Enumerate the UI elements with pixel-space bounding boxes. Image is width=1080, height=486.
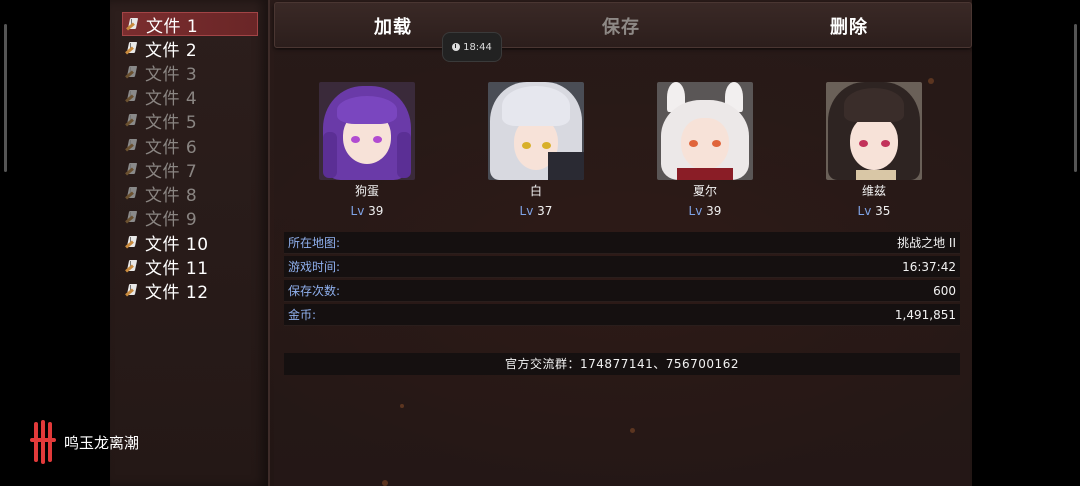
file-slot-3[interactable]: 文件 3 <box>122 61 256 85</box>
stat-row-save-count: 保存次数: 600 <box>284 280 960 302</box>
character-portrait <box>488 82 584 180</box>
stat-value: 16:37:42 <box>902 259 956 274</box>
party-member-3: 夏尔 Lv 39 <box>655 82 755 218</box>
file-slot-label: 文件 2 <box>145 40 198 61</box>
quill-scroll-icon <box>125 186 139 200</box>
bezel-mark-right <box>1074 24 1077 172</box>
file-slot-label: 文件 8 <box>145 185 198 206</box>
stat-row-gold: 金币: 1,491,851 <box>284 304 960 326</box>
stat-value: 挑战之地 II <box>897 236 956 250</box>
quill-scroll-icon <box>125 89 139 103</box>
file-slot-label: 文件 6 <box>145 137 198 158</box>
file-slot-label: 文件 7 <box>145 161 198 182</box>
stat-value: 1,491,851 <box>894 307 956 322</box>
file-slot-2[interactable]: 文件 2 <box>122 37 256 61</box>
clock-icon <box>452 43 461 51</box>
party-member-1: 狗蛋 Lv 39 <box>317 82 417 218</box>
tab-load[interactable]: 加载 <box>374 13 412 39</box>
save-detail-panel: 狗蛋 Lv 39 白 Lv 37 夏尔 Lv 39 维兹 Lv 35 所在地图:… <box>274 50 970 486</box>
character-name: 狗蛋 <box>354 184 379 198</box>
character-level: Lv 35 <box>857 204 891 218</box>
file-slot-label: 文件 5 <box>145 112 198 133</box>
file-slot-label: 文件 4 <box>145 88 198 109</box>
official-group-info: 官方交流群：174877141、756700162 <box>284 353 960 375</box>
quill-scroll-icon <box>125 138 139 152</box>
brand-text: 鸣玉龙离潮 <box>64 433 140 452</box>
file-slot-9[interactable]: 文件 9 <box>122 206 256 230</box>
game-screen: 文件 1 文件 2 文件 3 文件 4 文件 5 文件 6 文件 7 文件 8 <box>110 0 972 486</box>
stat-key: 保存次数: <box>288 284 341 298</box>
file-slot-label: 文件 12 <box>145 282 209 303</box>
file-slot-4[interactable]: 文件 4 <box>122 85 256 109</box>
tab-save[interactable]: 保存 <box>602 13 640 39</box>
clock-time: 18:44 <box>463 41 492 53</box>
file-slot-label: 文件 10 <box>145 234 209 255</box>
character-level: Lv 39 <box>688 204 722 218</box>
character-portrait <box>657 82 753 180</box>
file-slot-10[interactable]: 文件 10 <box>122 231 256 255</box>
save-file-list: 文件 1 文件 2 文件 3 文件 4 文件 5 文件 6 文件 7 文件 8 <box>110 0 270 486</box>
file-slot-label: 文件 3 <box>145 64 198 85</box>
party-member-4: 维兹 Lv 35 <box>824 82 924 218</box>
quill-scroll-icon <box>125 65 139 79</box>
stat-key: 游戏时间: <box>288 260 341 274</box>
brand-logo-icon <box>28 420 58 464</box>
quill-scroll-icon <box>125 283 139 297</box>
file-slot-11[interactable]: 文件 11 <box>122 255 256 279</box>
tab-bar: 加载 保存 删除 <box>274 2 972 48</box>
character-name: 白 <box>529 184 542 198</box>
brand-watermark: 鸣玉龙离潮 <box>28 420 139 464</box>
file-slot-1[interactable]: 文件 1 <box>122 12 258 37</box>
file-slot-label: 文件 11 <box>145 258 209 279</box>
character-name: 夏尔 <box>692 184 717 198</box>
quill-scroll-icon <box>125 235 139 249</box>
file-slot-12[interactable]: 文件 12 <box>122 279 256 303</box>
character-portrait <box>826 82 922 180</box>
stat-value: 600 <box>933 283 956 298</box>
file-slot-6[interactable]: 文件 6 <box>122 134 256 158</box>
file-slot-7[interactable]: 文件 7 <box>122 158 256 182</box>
file-slot-5[interactable]: 文件 5 <box>122 109 256 133</box>
file-slot-label: 文件 9 <box>145 209 198 230</box>
file-slot-label: 文件 1 <box>146 16 199 37</box>
file-slot-8[interactable]: 文件 8 <box>122 182 256 206</box>
tab-delete[interactable]: 删除 <box>830 13 868 39</box>
stat-row-playtime: 游戏时间: 16:37:42 <box>284 256 960 278</box>
quill-scroll-icon <box>125 113 139 127</box>
character-level: Lv 39 <box>350 204 384 218</box>
clock-badge: 18:44 <box>442 32 502 62</box>
character-portrait <box>319 82 415 180</box>
bezel-mark-left <box>4 24 7 172</box>
stat-key: 所在地图: <box>288 236 341 250</box>
quill-scroll-icon <box>125 259 139 273</box>
party-member-2: 白 Lv 37 <box>486 82 586 218</box>
quill-scroll-icon <box>125 41 139 55</box>
character-name: 维兹 <box>861 184 886 198</box>
stat-row-map: 所在地图: 挑战之地 II <box>284 232 960 254</box>
quill-scroll-icon <box>126 17 140 31</box>
quill-scroll-icon <box>125 162 139 176</box>
quill-scroll-icon <box>125 210 139 224</box>
character-level: Lv 37 <box>519 204 553 218</box>
stat-key: 金币: <box>288 308 317 322</box>
